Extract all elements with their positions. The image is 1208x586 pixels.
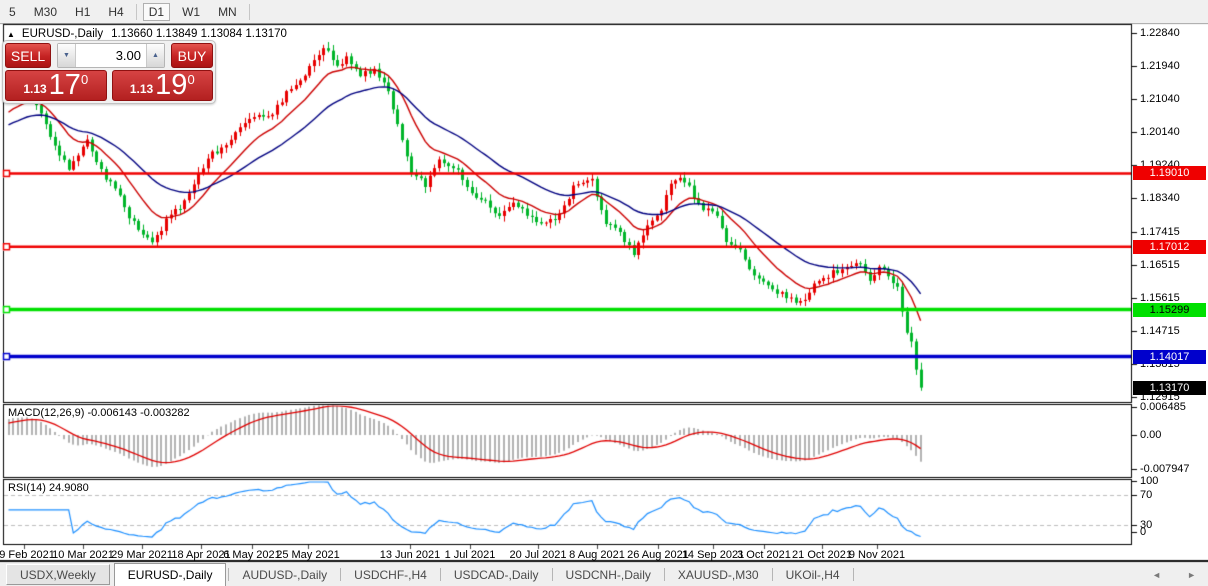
macd-axis-label: 0.006485 (1140, 401, 1186, 413)
tab-audusd-daily[interactable]: AUDUSD-,Daily (229, 563, 340, 586)
timeframe-button-w1[interactable]: W1 (176, 3, 206, 21)
toolbar-separator (249, 4, 250, 20)
sell-price-digits: 17 (49, 72, 81, 99)
tab-eurusd-daily[interactable]: EURUSD-,Daily (114, 563, 227, 586)
buy-price-display[interactable]: 1.13190 (112, 70, 214, 101)
buy-price-digits: 19 (155, 72, 187, 99)
sell-price-superscript: 0 (81, 73, 88, 86)
current-price-tag: 1.13170 (1133, 381, 1206, 395)
price-axis-label: 1.17415 (1140, 226, 1180, 238)
date-axis-label: 14 Sep 2021 (682, 549, 744, 561)
tab-xauusd-m30[interactable]: XAUUSD-,M30 (665, 563, 772, 586)
date-axis-label: 21 Oct 2021 (792, 549, 852, 561)
macd-axis-label: -0.007947 (1140, 463, 1190, 475)
price-axis-label: 1.21040 (1140, 93, 1180, 105)
price-axis-label: 1.20140 (1140, 126, 1180, 138)
rsi-axis-label: 100 (1140, 475, 1158, 487)
date-axis-label: 10 Mar 2021 (52, 549, 114, 561)
symbol-tab-bar: USDX,WeeklyEURUSD-,DailyAUDUSD-,DailyUSD… (0, 563, 1208, 586)
tab-scroll-controls: ◄► (1126, 563, 1208, 586)
date-axis-label: 26 Aug 2021 (627, 549, 689, 561)
tab-ukoil-h4[interactable]: UKOil-,H4 (773, 563, 853, 586)
timeframe-button-d1[interactable]: D1 (143, 3, 170, 21)
chart-ohlc-values: 1.13660 1.13849 1.13084 1.13170 (111, 28, 287, 40)
one-click-trading-panel: SELL ▼ 3.00 ▲ BUY 1.13170 1.13190 (2, 40, 216, 104)
rsi-axis-label: 70 (1140, 489, 1152, 501)
sell-button[interactable]: SELL (5, 43, 51, 68)
buy-price-prefix: 1.13 (130, 79, 153, 99)
timeframe-button-h1[interactable]: H1 (69, 3, 96, 21)
tab-scroll-right-icon[interactable]: ► (1187, 570, 1196, 580)
timeframe-button-h4[interactable]: H4 (102, 3, 129, 21)
date-axis-label: 29 Mar 2021 (111, 549, 173, 561)
tab-usdchf-h4[interactable]: USDCHF-,H4 (341, 563, 440, 586)
toolbar-separator (136, 4, 137, 20)
price-axis-label: 1.18340 (1140, 192, 1180, 204)
buy-button[interactable]: BUY (171, 43, 213, 68)
macd-indicator-label: MACD(12,26,9) -0.006143 -0.003282 (8, 407, 190, 419)
timeframe-button-m30[interactable]: M30 (28, 3, 63, 21)
arrow-up-icon: ▲ (152, 52, 159, 59)
date-axis-label: 3 Oct 2021 (737, 549, 791, 561)
price-axis-label: 1.14715 (1140, 325, 1180, 337)
date-axis-label: 8 Aug 2021 (569, 549, 625, 561)
level-price-tag: 1.15299 (1133, 303, 1206, 317)
chart-title: EURUSD-,Daily (22, 28, 103, 40)
collapse-triangle-icon[interactable]: ▲ (7, 30, 15, 39)
level-price-tag: 1.19010 (1133, 166, 1206, 180)
timeframe-toolbar: 5 M30 H1 H4 D1 W1 MN (0, 0, 1208, 23)
price-axis-label: 1.16515 (1140, 259, 1180, 271)
volume-increase-button[interactable]: ▲ (146, 44, 164, 67)
buy-price-superscript: 0 (187, 73, 194, 86)
sell-price-display[interactable]: 1.13170 (5, 70, 107, 101)
macd-axis-label: 0.00 (1140, 429, 1161, 441)
tab-divider (853, 568, 854, 581)
timeframe-button-5[interactable]: 5 (3, 3, 22, 21)
price-axis-label: 1.21940 (1140, 60, 1180, 72)
date-axis-label: 18 Apr 2021 (171, 549, 230, 561)
level-price-tag: 1.17012 (1133, 240, 1206, 254)
tab-scroll-left-icon[interactable]: ◄ (1152, 570, 1161, 580)
chart-title-row: ▲ EURUSD-,Daily 1.13660 1.13849 1.13084 … (7, 28, 287, 40)
price-axis-label: 1.22840 (1140, 27, 1180, 39)
date-axis-label: 13 Jun 2021 (380, 549, 441, 561)
sell-price-prefix: 1.13 (23, 79, 46, 99)
date-axis-label: 20 Jul 2021 (510, 549, 567, 561)
tab-usdcnh-daily[interactable]: USDCNH-,Daily (553, 563, 664, 586)
date-axis-label: 9 Nov 2021 (849, 549, 905, 561)
tab-usdx-weekly[interactable]: USDX,Weekly (6, 564, 110, 585)
timeframe-button-mn[interactable]: MN (212, 3, 243, 21)
tab-usdcad-daily[interactable]: USDCAD-,Daily (441, 563, 552, 586)
date-axis-label: 19 Feb 2021 (0, 549, 55, 561)
volume-input[interactable]: 3.00 (76, 44, 146, 67)
rsi-indicator-label: RSI(14) 24.9080 (8, 482, 89, 494)
date-axis-label: 6 May 2021 (223, 549, 280, 561)
volume-decrease-button[interactable]: ▼ (58, 44, 76, 67)
rsi-axis-label: 0 (1140, 526, 1146, 538)
level-price-tag: 1.14017 (1133, 350, 1206, 364)
volume-spinner: ▼ 3.00 ▲ (57, 43, 165, 68)
date-axis-label: 1 Jul 2021 (445, 549, 496, 561)
arrow-down-icon: ▼ (63, 52, 70, 59)
date-axis-label: 25 May 2021 (276, 549, 340, 561)
